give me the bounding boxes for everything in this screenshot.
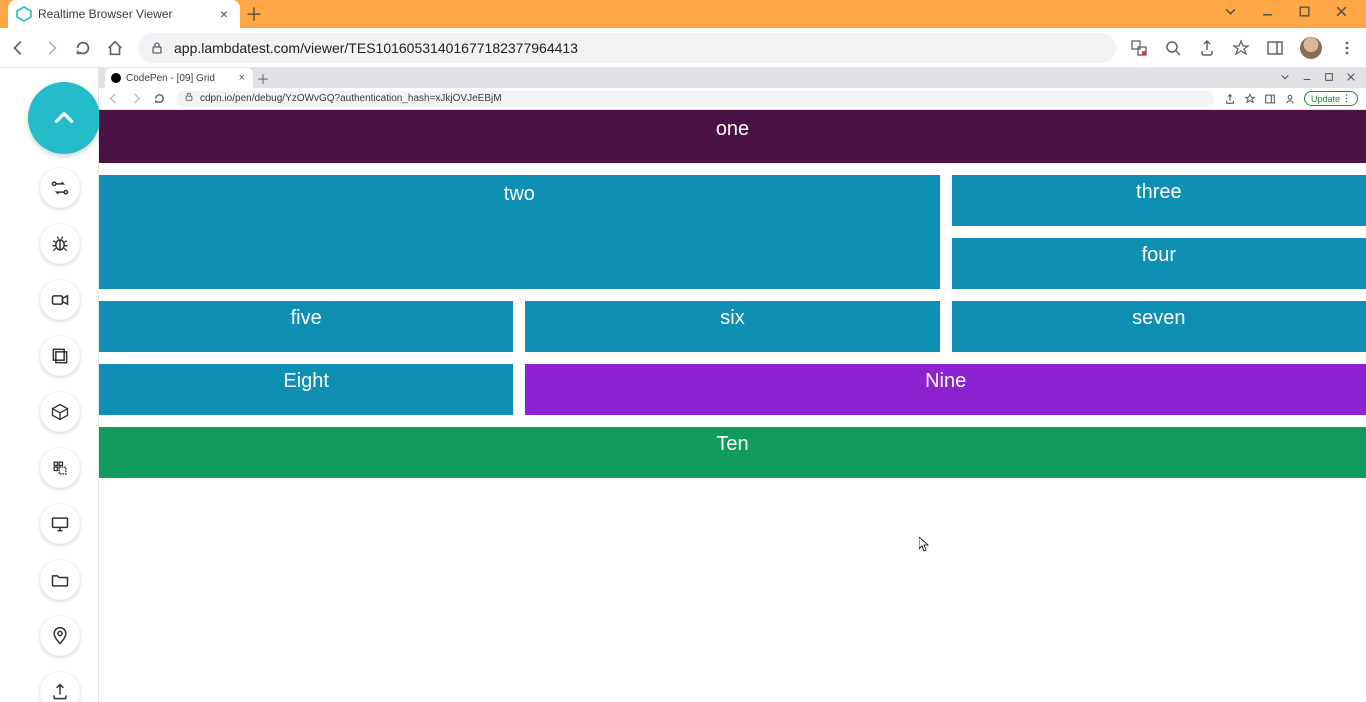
- inner-new-tab-button[interactable]: ＋: [253, 69, 273, 88]
- close-tab-icon[interactable]: ×: [216, 6, 232, 22]
- inner-back-icon: [107, 92, 120, 105]
- grid-cell-two: two: [99, 175, 940, 289]
- cube-icon[interactable]: [40, 392, 80, 432]
- star-icon[interactable]: [1232, 39, 1250, 57]
- menu-kebab-icon[interactable]: [1338, 39, 1356, 57]
- grid-cell-four: four: [952, 238, 1366, 289]
- profile-avatar-icon[interactable]: [1300, 37, 1322, 59]
- minimize-icon[interactable]: [1261, 5, 1274, 23]
- outer-address-bar[interactable]: app.lambdatest.com/viewer/TES10160531401…: [138, 33, 1116, 63]
- outer-toolbar-right: [1130, 37, 1356, 59]
- chevron-up-icon: [51, 105, 77, 131]
- outer-toolbar: app.lambdatest.com/viewer/TES10160531401…: [0, 28, 1366, 68]
- inner-browser: CodePen - [09] Grid × ＋ cdpn.io/pen/deb: [98, 68, 1366, 702]
- grid-cell-one: one: [99, 110, 1366, 163]
- outer-window: Realtime Browser Viewer × ＋ app.lambdate…: [0, 0, 1366, 702]
- codepen-favicon-icon: [111, 73, 121, 83]
- inner-close-tab-icon[interactable]: ×: [237, 72, 247, 84]
- outer-url-text: app.lambdatest.com/viewer/TES10160531401…: [174, 40, 578, 56]
- inner-address-bar[interactable]: cdpn.io/pen/debug/YzOWvGQ?authentication…: [176, 91, 1214, 107]
- folder-icon[interactable]: [40, 560, 80, 600]
- forward-icon: [42, 39, 60, 57]
- resolution-icon[interactable]: [40, 448, 80, 488]
- video-icon[interactable]: [40, 280, 80, 320]
- monitor-icon[interactable]: [40, 504, 80, 544]
- location-pin-icon[interactable]: [40, 616, 80, 656]
- translate-icon[interactable]: [1130, 39, 1148, 57]
- inner-close-window-icon[interactable]: [1346, 72, 1356, 85]
- inner-browser-tab[interactable]: CodePen - [09] Grid ×: [105, 68, 253, 88]
- upload-icon[interactable]: [40, 672, 80, 702]
- inner-tab-title: CodePen - [09] Grid: [126, 73, 237, 84]
- outer-browser-tab[interactable]: Realtime Browser Viewer ×: [8, 0, 240, 28]
- share-icon[interactable]: [1198, 39, 1216, 57]
- bug-icon[interactable]: [40, 224, 80, 264]
- side-rail: [0, 68, 98, 702]
- outer-body: CodePen - [09] Grid × ＋ cdpn.io/pen/deb: [0, 68, 1366, 702]
- close-window-icon[interactable]: [1335, 5, 1348, 23]
- home-icon[interactable]: [106, 39, 124, 57]
- inner-side-panel-icon[interactable]: [1264, 93, 1276, 105]
- grid-cell-seven: seven: [952, 301, 1366, 352]
- inner-share-icon[interactable]: [1224, 93, 1236, 105]
- inner-profile-icon[interactable]: [1284, 93, 1296, 105]
- grid-cell-five: five: [99, 301, 513, 352]
- new-tab-button[interactable]: ＋: [240, 0, 268, 28]
- zoom-icon[interactable]: [1164, 39, 1182, 57]
- inner-url-text: cdpn.io/pen/debug/YzOWvGQ?authentication…: [200, 93, 502, 104]
- update-button[interactable]: Update ⋮: [1304, 91, 1358, 106]
- grid-cell-eight: Eight: [99, 364, 513, 415]
- maximize-icon[interactable]: [1298, 5, 1311, 23]
- collapse-fab[interactable]: [28, 82, 100, 154]
- content-page: one two three four five six seven Eight …: [99, 110, 1366, 702]
- inner-chevron-down-icon[interactable]: [1280, 72, 1290, 85]
- outer-window-controls: [1224, 0, 1366, 28]
- grid-cell-three: three: [952, 175, 1366, 226]
- inner-toolbar: cdpn.io/pen/debug/YzOWvGQ?authentication…: [99, 88, 1366, 110]
- inner-lock-icon: [184, 92, 194, 105]
- gallery-icon[interactable]: [40, 336, 80, 376]
- outer-tab-title: Realtime Browser Viewer: [38, 7, 216, 21]
- grid-cell-six: six: [525, 301, 939, 352]
- inner-reload-icon[interactable]: [153, 92, 166, 105]
- lock-icon: [150, 41, 164, 55]
- side-tool-list: [40, 168, 80, 702]
- mouse-cursor-icon: [919, 537, 929, 552]
- inner-window-controls: [1280, 68, 1366, 88]
- css-grid: one two three four five six seven Eight …: [99, 110, 1366, 478]
- inner-star-icon[interactable]: [1244, 93, 1256, 105]
- inner-tab-strip: CodePen - [09] Grid × ＋: [99, 68, 1366, 88]
- inner-maximize-icon[interactable]: [1324, 72, 1334, 85]
- reload-icon[interactable]: [74, 39, 92, 57]
- update-label: Update: [1311, 94, 1340, 104]
- side-panel-icon[interactable]: [1266, 39, 1284, 57]
- update-menu-dots-icon: ⋮: [1342, 93, 1351, 104]
- outer-tab-strip: Realtime Browser Viewer × ＋: [0, 0, 1366, 28]
- grid-cell-ten: Ten: [99, 427, 1366, 478]
- inner-forward-icon: [130, 92, 143, 105]
- inner-toolbar-right: Update ⋮: [1224, 91, 1358, 106]
- switch-icon[interactable]: [40, 168, 80, 208]
- grid-cell-nine: Nine: [525, 364, 1366, 415]
- lambdatest-favicon-icon: [16, 6, 32, 22]
- chevron-down-icon[interactable]: [1224, 5, 1237, 23]
- inner-minimize-icon[interactable]: [1302, 72, 1312, 85]
- back-icon[interactable]: [10, 39, 28, 57]
